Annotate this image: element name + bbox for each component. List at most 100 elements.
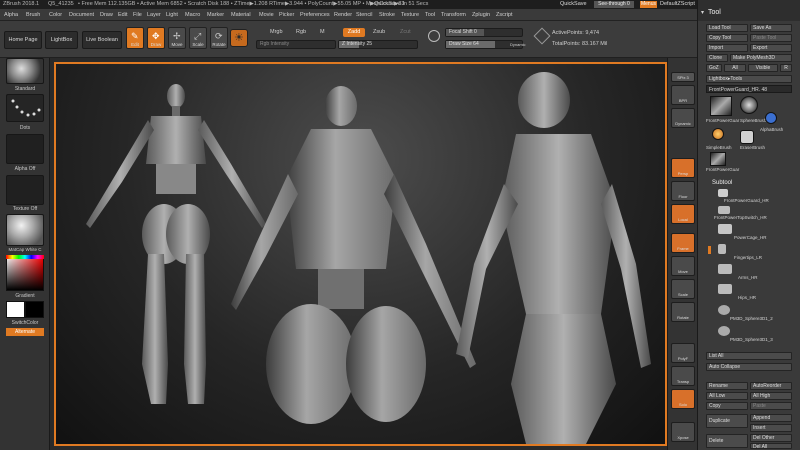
- del-other-button[interactable]: Del Other: [750, 434, 792, 442]
- duplicate-button[interactable]: Duplicate: [706, 414, 748, 428]
- menu-edit[interactable]: Edit: [118, 12, 127, 18]
- alpha-thumbnail[interactable]: [6, 134, 44, 164]
- import-button[interactable]: Import: [706, 44, 748, 52]
- zadd-button[interactable]: Zadd: [343, 28, 365, 37]
- document-canvas[interactable]: [54, 62, 667, 446]
- mrgb-button[interactable]: Mrgb: [270, 29, 283, 35]
- all-button[interactable]: All: [724, 64, 746, 72]
- tool-thumb-spherebrush[interactable]: [740, 96, 758, 114]
- m-button[interactable]: M: [320, 29, 325, 35]
- move-mode-button[interactable]: ✢ Move: [168, 27, 186, 49]
- menu-macro[interactable]: Macro: [185, 12, 200, 18]
- menu-zplugin[interactable]: Zplugin: [472, 12, 490, 18]
- texture-thumbnail[interactable]: [6, 175, 44, 205]
- menu-draw[interactable]: Draw: [100, 12, 113, 18]
- lightbox-tools-button[interactable]: Lightbox▸Tools: [706, 75, 792, 83]
- subtool-title[interactable]: Subtool: [712, 180, 732, 186]
- menu-alpha[interactable]: Alpha: [4, 12, 18, 18]
- scale-mode-button[interactable]: ⤢ Scale: [189, 27, 207, 49]
- menu-zscript[interactable]: Zscript: [496, 12, 513, 18]
- menu-material[interactable]: Material: [231, 12, 251, 18]
- frame-button[interactable]: Frame: [671, 233, 695, 253]
- copy-tool-button[interactable]: Copy Tool: [706, 34, 748, 42]
- delete-button[interactable]: Delete: [706, 434, 748, 448]
- dynamic-label[interactable]: Dynamic: [510, 42, 526, 47]
- list-all-button[interactable]: List All: [706, 352, 792, 360]
- subtool-item[interactable]: PM3D_Sphere3D1_3: [704, 326, 794, 346]
- menu-marker[interactable]: Marker: [207, 12, 224, 18]
- save-as-button[interactable]: Save As: [750, 24, 792, 32]
- all-high-button[interactable]: All High: [750, 392, 792, 400]
- polyf-button[interactable]: PolyF: [671, 343, 695, 363]
- menu-color[interactable]: Color: [49, 12, 62, 18]
- hue-strip[interactable]: [6, 255, 44, 259]
- tool-thumb-frontpowerguard-2[interactable]: [710, 152, 726, 166]
- draw-mode-button[interactable]: ✥ Draw: [147, 27, 165, 49]
- focal-shift-slider[interactable]: Focal Shift 0: [445, 28, 523, 37]
- insert-button[interactable]: Insert: [750, 424, 792, 432]
- menu-light[interactable]: Light: [166, 12, 178, 18]
- make-polymesh-button[interactable]: Make PolyMesh3D: [730, 54, 792, 62]
- quicksave-button[interactable]: QuickSave: [560, 1, 587, 7]
- paste-button[interactable]: Paste: [750, 402, 792, 410]
- menu-picker[interactable]: Picker: [279, 12, 294, 18]
- menu-texture[interactable]: Texture: [401, 12, 419, 18]
- menu-document[interactable]: Document: [69, 12, 94, 18]
- copy-button[interactable]: Copy: [706, 402, 748, 410]
- tool-thumb-simplebrush[interactable]: [712, 128, 724, 140]
- menu-tool[interactable]: Tool: [425, 12, 435, 18]
- rotate-mode-button[interactable]: ⟳ Rotate: [210, 27, 228, 49]
- scale-view-button[interactable]: Scale: [671, 279, 695, 299]
- subtool-item[interactable]: PM3D_Sphere3D1_2: [704, 305, 794, 325]
- menu-layer[interactable]: Layer: [147, 12, 161, 18]
- xpose-button[interactable]: Xpose: [671, 422, 695, 442]
- menu-brush[interactable]: Brush: [26, 12, 40, 18]
- subtool-item[interactable]: Arms_HR: [704, 264, 794, 284]
- z-intensity-slider[interactable]: Z Intensity 25: [338, 40, 418, 49]
- goz-button[interactable]: GoZ: [706, 64, 722, 72]
- switch-color-button[interactable]: SwitchColor: [0, 320, 50, 326]
- bpr-button[interactable]: BPR: [671, 85, 695, 105]
- rename-button[interactable]: Rename: [706, 382, 748, 390]
- subtool-item[interactable]: FrontPowerTopSwitch_HR: [704, 206, 794, 226]
- edit-mode-button[interactable]: ✎ Edit: [126, 27, 144, 49]
- tool-palette-title[interactable]: Tool: [708, 9, 721, 16]
- solo-button[interactable]: Solo: [671, 389, 695, 409]
- current-tool-slider[interactable]: FrontPowerGuard_HR. 48: [706, 85, 792, 93]
- lightbox-button[interactable]: LightBox: [45, 31, 78, 49]
- subtool-item[interactable]: Fingertips_LR: [704, 244, 794, 264]
- del-all-button[interactable]: Del All: [750, 443, 792, 449]
- home-page-button[interactable]: Home Page: [4, 31, 42, 49]
- persp-button[interactable]: Persp: [671, 158, 695, 178]
- load-tool-button[interactable]: Load Tool: [706, 24, 748, 32]
- gyro-button[interactable]: ☀: [230, 29, 248, 47]
- menus-button[interactable]: Menus: [640, 1, 657, 8]
- tool-thumb-frontpowerguard[interactable]: [710, 96, 732, 116]
- stroke-thumbnail[interactable]: [6, 94, 44, 122]
- visible-button[interactable]: Visible: [748, 64, 778, 72]
- append-button[interactable]: Append: [750, 414, 792, 422]
- default-zscript-button[interactable]: DefaultZScript: [660, 1, 695, 7]
- color-picker[interactable]: [6, 255, 44, 291]
- menu-preferences[interactable]: Preferences: [300, 12, 330, 18]
- menu-movie[interactable]: Movie: [259, 12, 274, 18]
- menu-stroke[interactable]: Stroke: [379, 12, 395, 18]
- live-boolean-button[interactable]: Live Boolean: [82, 31, 122, 49]
- tool-thumb-eraserbrush[interactable]: [740, 130, 754, 144]
- rgb-intensity-slider[interactable]: Rgb Intensity: [256, 40, 336, 49]
- secondary-color-swatch[interactable]: [25, 301, 44, 318]
- menu-stencil[interactable]: Stencil: [356, 12, 373, 18]
- auto-collapse-button[interactable]: Auto Collapse: [706, 363, 792, 371]
- menu-render[interactable]: Render: [334, 12, 352, 18]
- spix-button[interactable]: SPix 3: [671, 72, 695, 82]
- move-view-button[interactable]: Move: [671, 256, 695, 276]
- menu-file[interactable]: File: [133, 12, 142, 18]
- menu-transform[interactable]: Transform: [441, 12, 466, 18]
- r-button[interactable]: R: [780, 64, 792, 72]
- dynamic-button[interactable]: Dynamic: [671, 108, 695, 128]
- subtool-item[interactable]: PowerCage_HR: [704, 224, 794, 244]
- clone-button[interactable]: Clone: [706, 54, 728, 62]
- local-button[interactable]: Local: [671, 204, 695, 224]
- zcut-button[interactable]: Zcut: [400, 29, 411, 35]
- alternate-button[interactable]: Alternate: [6, 328, 44, 336]
